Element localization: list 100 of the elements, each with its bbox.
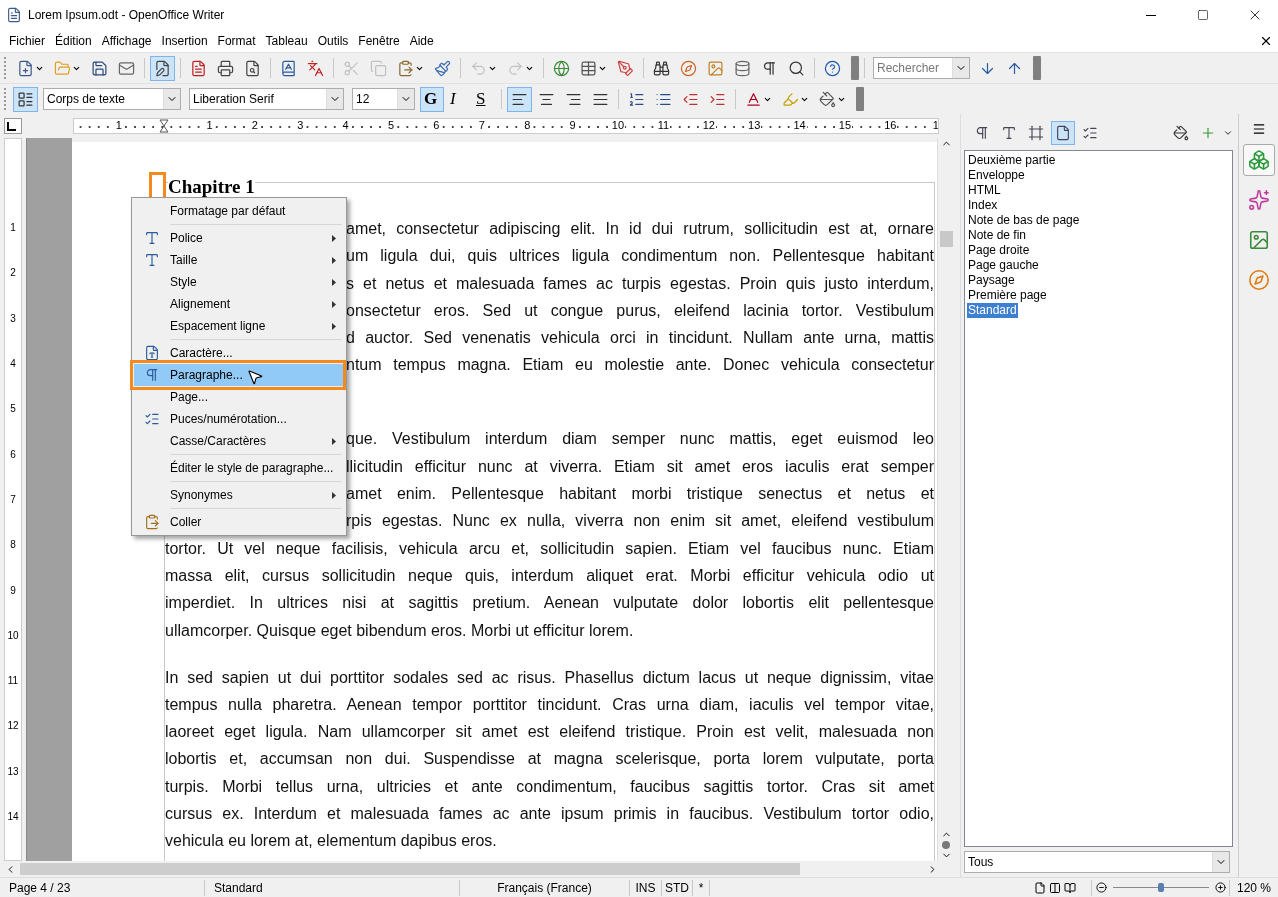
menu-item[interactable]: Affichage: [96, 34, 157, 48]
sidebar-tab[interactable]: [1242, 144, 1275, 176]
context-menu-item[interactable]: Caractère...: [134, 342, 344, 364]
ruler-number: 13: [7, 765, 19, 777]
style-list-entry[interactable]: HTML: [967, 183, 1002, 198]
horizontal-scrollbar[interactable]: [5, 861, 938, 877]
context-menu-item[interactable]: Police: [134, 227, 344, 249]
menu-icon[interactable]: [1251, 122, 1266, 136]
font-size-field[interactable]: 12: [352, 88, 415, 110]
ruler-number: 11: [7, 675, 19, 687]
font-size-icon: [144, 252, 160, 268]
character-icon: [144, 345, 160, 361]
navigation-dot-icon[interactable]: [941, 840, 951, 850]
bold-button[interactable]: G: [420, 86, 444, 112]
insert-mode: INS: [635, 880, 656, 895]
style-list-entry[interactable]: Page droite: [967, 243, 1031, 258]
menu-item[interactable]: Fenêtre: [353, 34, 405, 48]
text-line: tortor. Ut vel neque facilisis, vehicula arcu et, sollicitudin sapien. Etiam vel faucibus nunc. Etiam: [165, 538, 934, 559]
text-line: ullamcorper. Quisque eget bibendum eros. Morbi ut efficitur lorem.: [165, 620, 635, 641]
style-list-entry[interactable]: Note de bas de page: [967, 213, 1081, 228]
context-menu-item[interactable]: Alignement: [134, 293, 344, 315]
book-view-icon[interactable]: [1064, 881, 1076, 894]
tab-stop-icon[interactable]: [4, 118, 22, 134]
menu-item[interactable]: Aide: [404, 34, 439, 48]
align-left-button[interactable]: [507, 86, 532, 112]
page-style-button[interactable]: [1051, 121, 1075, 145]
text-line: lobortis et, accumsan non dui. Suspendisse at magna scelerisque, porta lorem vulputate, porta: [165, 749, 934, 770]
style-list-entry[interactable]: Index: [967, 198, 999, 213]
picture-icon: [1247, 229, 1270, 251]
bullet-list-icon: [144, 411, 160, 427]
sparkles-icon: [1247, 189, 1270, 211]
menu-item[interactable]: Tableau: [260, 34, 313, 48]
selection-mode: STD: [665, 880, 689, 895]
context-menu-item[interactable]: Style: [134, 271, 344, 293]
caret-icon[interactable]: [1223, 128, 1233, 138]
two-page-view-icon[interactable]: [1049, 881, 1061, 894]
text-line: cursus ex. Interdum et malesuada fames ac ante ipsum primis in faucibus. Vestibulum tortor odio,: [165, 804, 934, 824]
style-list-entry[interactable]: Standard: [967, 303, 1018, 318]
context-menu-item[interactable]: Éditer le style de paragraphe...: [134, 457, 344, 479]
modified-indicator: *: [698, 880, 704, 895]
ruler-number: 2: [10, 267, 16, 279]
ruler-number: 14: [7, 811, 19, 822]
underline-button[interactable]: S: [472, 86, 496, 112]
scrollbar-thumb[interactable]: [939, 231, 953, 247]
style-list-entry[interactable]: Page gauche: [967, 258, 1040, 273]
style-list-entry[interactable]: Note de fin: [967, 228, 1028, 243]
horizontal-ruler[interactable]: 1 1 2 3 4 5 6 7 8 9 10 11 12 13 14 15 16 1: [73, 118, 939, 134]
context-menu-item[interactable]: Puces/numérotation...: [134, 408, 344, 430]
ruler-number: 7: [10, 493, 16, 505]
style-list-entry[interactable]: Deuxième partie: [967, 153, 1057, 168]
close-icon: [1259, 34, 1273, 48]
styles-icon: [17, 90, 34, 108]
zoom-out-icon[interactable]: [1095, 882, 1107, 893]
text-line: llicitudin efficitur nunc at viverra. Etiam sit amet eros iaculis erat semper: [346, 456, 934, 477]
paragraph-style-field[interactable]: Corps de texte: [43, 88, 181, 110]
submenu-arrow-icon: [332, 300, 336, 308]
indent-marker-icon[interactable]: [159, 119, 170, 133]
page-style-icon: [1055, 125, 1071, 141]
font-color-icon: [745, 90, 762, 108]
menu-item[interactable]: Outils: [312, 34, 354, 48]
font-name-field[interactable]: Liberation Serif: [189, 88, 344, 110]
submenu-arrow-icon: [332, 491, 336, 499]
text-line: tempus nulla pharetra. Aenean tempor porttitor tincidunt. Cras urna diam, iaculis vel tempor vitae,: [165, 694, 934, 715]
maximize-icon: [1197, 9, 1209, 21]
context-menu-item[interactable]: Formatage par défaut: [134, 200, 344, 222]
text-line: amet, consectetur adipiscing elit. In id dui rutrum, sollicitudin est at, ornare: [346, 219, 934, 239]
search-field[interactable]: Rechercher: [873, 57, 970, 79]
vertical-ruler[interactable]: 1 2 3 4 5 6 7 8 9 10 11 12 13 14: [4, 138, 22, 861]
style-filter-field[interactable]: Tous: [964, 851, 1230, 873]
styles-button[interactable]: [13, 86, 38, 112]
style-list-entry[interactable]: Première page: [967, 288, 1048, 303]
single-page-view-icon[interactable]: [1034, 881, 1046, 894]
style-list-entry[interactable]: Enveloppe: [967, 168, 1026, 183]
context-menu-item[interactable]: Casse/Caractères: [134, 430, 344, 452]
italic-button[interactable]: I: [446, 86, 470, 112]
scrollbar-thumb[interactable]: [20, 863, 800, 875]
paragraph-icon: [144, 367, 160, 383]
style-list-entry[interactable]: Paysage: [967, 273, 1016, 288]
context-menu-item[interactable]: Espacement ligne: [134, 315, 344, 337]
submenu-arrow-icon: [332, 256, 336, 264]
context-menu-item[interactable]: Taille: [134, 249, 344, 271]
window-title: Lorem Ipsum.odt - OpenOffice Writer: [28, 8, 226, 22]
mouse-pointer-icon: [246, 368, 264, 386]
text-line: amet enim. Pellentesque habitant morbi tristique senectus et netus et: [346, 484, 934, 505]
cubes-icon: [1247, 149, 1270, 171]
menu-item[interactable]: Édition: [50, 34, 97, 48]
style-list[interactable]: Deuxième partie Enveloppe HTML Index Note de bas de page Note de fin Page droite Page gauche Paysage Première page Standard: [964, 150, 1233, 847]
zoom-slider-thumb[interactable]: [1157, 883, 1164, 892]
context-menu-item[interactable]: Page...: [134, 386, 344, 408]
context-menu-item[interactable]: Coller: [134, 511, 344, 533]
ruler-number: 1: [10, 222, 16, 234]
text-line: um ligula dui, quis ultrices ligula condimentum non. Pellentesque habitant: [346, 246, 934, 267]
text-line: ntum tempus magna. Etiam eu molestie ante. Donec vehicula consectetur: [346, 355, 934, 376]
menu-item[interactable]: Format: [212, 34, 261, 48]
menu-item[interactable]: Fichier: [4, 34, 50, 48]
menu-item[interactable]: Insertion: [156, 34, 213, 48]
text-line: In sed sapien ut dui porttitor sodales sed ac risus. Phasellus dictum lacus ut neque dignissim, vitae: [165, 667, 934, 688]
zoom-in-icon[interactable]: [1214, 882, 1226, 893]
context-menu-item[interactable]: Synonymes: [134, 484, 344, 506]
character-style-icon: [1001, 125, 1017, 141]
